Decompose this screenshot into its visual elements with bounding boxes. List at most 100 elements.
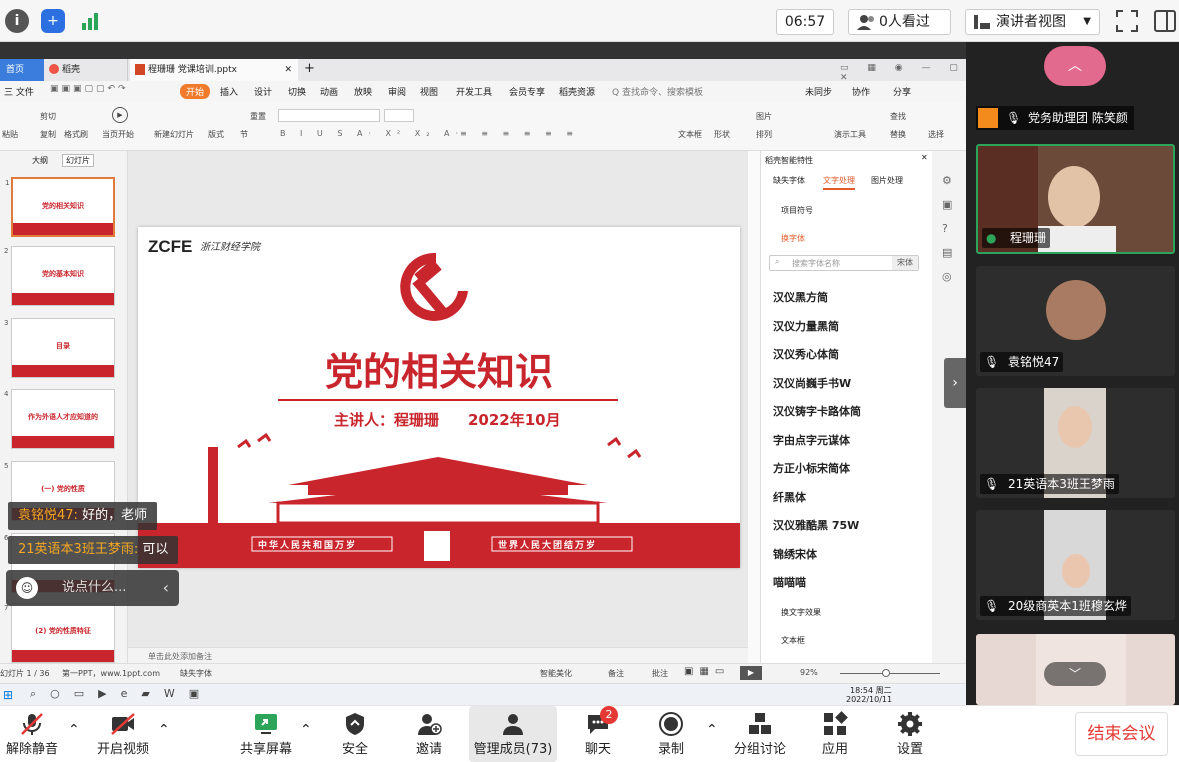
font-option[interactable]: 汉仪黑方简 [773, 289, 828, 305]
participant-tile[interactable]: 🎙 袁铭悦47 [976, 266, 1175, 376]
window-controls[interactable]: ▭ ▦ ◉ — ▢ ✕ [840, 63, 966, 83]
slide-thumbnail[interactable]: 3 目录 [4, 318, 115, 378]
record-options-chevron[interactable]: ⌃ [706, 722, 718, 738]
slide-thumbnail[interactable]: 7 (2) 党的性质特征 [4, 603, 115, 663]
section-change-font[interactable]: 换字体 [781, 233, 805, 244]
taskbar-apps[interactable]: ⌕○▭▶e▰W▣ [30, 687, 213, 701]
menu-transition[interactable]: 切换 [288, 85, 306, 98]
find-button[interactable]: 查找 [890, 111, 906, 122]
zoom-slider[interactable] [840, 673, 940, 674]
share-options-chevron[interactable]: ⌃ [300, 722, 312, 738]
font-option[interactable]: 方正小标宋简体 [773, 460, 850, 476]
section-bullets[interactable]: 项目符号 [781, 205, 813, 216]
share-screen-button[interactable]: 共享屏幕 [236, 706, 296, 762]
arrange-button[interactable]: 排列 [756, 129, 772, 140]
menu-docer-res[interactable]: 稻壳资源 [559, 85, 595, 98]
notes-toggle[interactable]: 备注 [608, 668, 624, 679]
participant-tile[interactable]: ﹀ [976, 634, 1175, 705]
participant-tile[interactable]: 🎙 21英语本3班王梦雨 [976, 388, 1175, 498]
expand-side-panel-button[interactable]: › [944, 358, 966, 408]
breakout-button[interactable]: 分组讨论 [730, 706, 790, 762]
font-option[interactable]: 汉仪力量黑简 [773, 318, 839, 334]
shape-button[interactable]: 形状 [714, 129, 730, 140]
tab-outline[interactable]: 大纲 [32, 155, 48, 166]
menu-collab[interactable]: 协作 [852, 85, 870, 98]
viewers-count[interactable]: 0人看过 [848, 9, 951, 35]
menu-file[interactable]: 三 文件 [4, 85, 34, 98]
menu-view[interactable]: 视图 [420, 85, 438, 98]
font-option[interactable]: 纤黑体 [773, 489, 806, 505]
layout-button[interactable]: 版式 [208, 129, 224, 140]
menu-dev-tools[interactable]: 开发工具 [456, 85, 492, 98]
paste-button[interactable]: 粘贴 [2, 129, 18, 140]
slide-thumbnail[interactable]: 1 党的相关知识 [5, 177, 115, 237]
new-tab-icon[interactable]: + [304, 61, 315, 76]
shield-icon[interactable]: + [41, 9, 65, 33]
section-text-effect[interactable]: 换文字效果 [781, 607, 821, 618]
tool-icons[interactable]: ⚙ ▣ ? ▤ ◎ [942, 169, 956, 289]
font-option[interactable]: 汉仪秀心体简 [773, 346, 839, 362]
unmute-button[interactable]: 解除静音 [0, 706, 64, 762]
picture-button[interactable]: 图片 [756, 111, 772, 122]
video-options-chevron[interactable]: ⌃ [158, 722, 170, 738]
audio-options-chevron[interactable]: ⌃ [68, 722, 80, 738]
tab-docer[interactable]: 稻壳 [44, 59, 128, 81]
font-option[interactable]: 汉仪尚巍手书W [773, 375, 851, 391]
play-icon[interactable]: ▶ [112, 107, 128, 123]
presentation-tools-button[interactable]: 演示工具 [834, 129, 866, 140]
end-meeting-button[interactable]: 结束会议 [1075, 712, 1168, 756]
font-option[interactable]: 字由点字元谋体 [773, 432, 850, 448]
section-button[interactable]: 节 [240, 129, 248, 140]
slide-thumbnail[interactable]: 4 作为外语人才应知道的 [4, 389, 115, 449]
current-slide[interactable]: ZCFE 浙江财经学院 党的相关知识 主讲人：程珊珊 2022年10月 中华人民… [138, 227, 740, 568]
signal-icon[interactable] [79, 9, 103, 33]
record-button[interactable]: 录制 [646, 706, 696, 762]
scroll-down-button[interactable]: ﹀ [1044, 662, 1106, 686]
tab-slides[interactable]: 幻灯片 [62, 154, 94, 167]
font-option[interactable]: 汉仪雅酷黑 75W [773, 517, 859, 533]
start-here-button[interactable]: 当页开始 [102, 129, 134, 140]
tab-home[interactable]: 首页 [0, 59, 44, 81]
invite-button[interactable]: 邀请 [404, 706, 454, 762]
menu-member[interactable]: 会员专享 [509, 85, 545, 98]
scroll-up-button[interactable]: ︿ [1044, 46, 1106, 86]
tab-missing-fonts[interactable]: 缺失字体 [773, 175, 805, 186]
chat-button[interactable]: 2 聊天 [573, 706, 623, 762]
menu-design[interactable]: 设计 [254, 85, 272, 98]
apps-button[interactable]: 应用 [810, 706, 860, 762]
font-option[interactable]: 喵喵喵 [773, 574, 806, 590]
font-size-field[interactable] [384, 109, 414, 122]
security-button[interactable]: 安全 [330, 706, 380, 762]
font-panel-close-icon[interactable]: ✕ [921, 153, 928, 162]
cut-button[interactable]: 剪切 [40, 111, 56, 122]
play-slideshow-button[interactable]: ▶ [740, 666, 762, 680]
menu-search[interactable]: Q 查找命令、搜索模板 [612, 85, 703, 98]
smart-beautify-button[interactable]: 智能美化 [540, 668, 572, 679]
layout-icon[interactable] [1153, 9, 1177, 33]
quick-access-icons[interactable]: ▣▣▣▢▢↶↷ [50, 84, 129, 94]
menu-review[interactable]: 审阅 [388, 85, 406, 98]
comments-toggle[interactable]: 批注 [652, 668, 668, 679]
info-icon[interactable]: i [5, 9, 29, 33]
manage-members-button[interactable]: 管理成员(73) [469, 706, 557, 762]
collapse-chat-icon[interactable]: ‹ [163, 570, 169, 606]
emoji-icon[interactable]: ☺ [16, 577, 38, 599]
menu-share[interactable]: 分享 [893, 85, 911, 98]
copy-button[interactable]: 复制 [40, 129, 56, 140]
font-search-input[interactable]: ⌕ 搜索字体名称 宋体 [769, 255, 919, 271]
new-slide-button[interactable]: 新建幻灯片 [154, 129, 194, 140]
font-option[interactable]: 汉仪铸字卡路体简 [773, 403, 861, 419]
menu-start[interactable]: 开始 [180, 84, 211, 99]
windows-start-icon[interactable]: ⊞ [3, 688, 13, 702]
text-format-icons[interactable]: B I U S A· X² X₂ A· [280, 129, 464, 138]
section-text-box[interactable]: 文本框 [781, 635, 805, 646]
view-mode-select[interactable]: 演讲者视图 ▼ [965, 9, 1100, 35]
select-button[interactable]: 选择 [928, 129, 944, 140]
reset-button[interactable]: 重置 [250, 111, 266, 122]
text-box-button[interactable]: 文本框 [678, 129, 702, 140]
font-option[interactable]: 锦绣宋体 [773, 546, 817, 562]
chat-input[interactable]: ☺ 说点什么... ‹ [6, 570, 179, 606]
slide-thumbnail[interactable]: 2 党的基本知识 [4, 246, 115, 306]
view-buttons[interactable]: ▣▦▭ [684, 666, 730, 677]
tab-document[interactable]: 程珊珊 党课培训.pptx ✕ [130, 59, 298, 81]
